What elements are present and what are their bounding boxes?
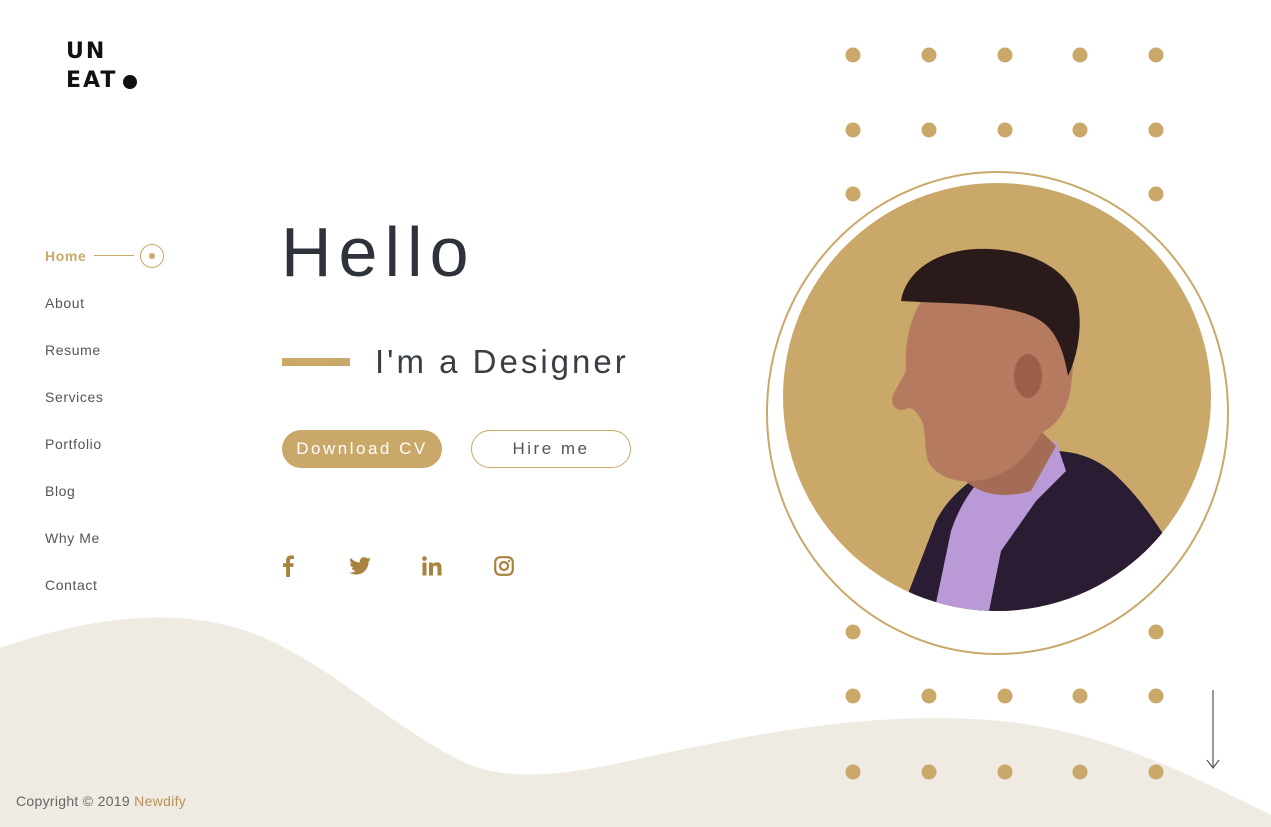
nav-item-label: Portfolio [45, 435, 102, 452]
nav-item-label: Contact [45, 576, 98, 593]
scroll-down-arrow-icon[interactable] [1205, 690, 1221, 772]
nav-item-label: Resume [45, 341, 101, 358]
nav-item-label: Blog [45, 482, 76, 499]
nav-item-portfolio[interactable]: Portfolio [45, 420, 164, 467]
nav-item-label: Services [45, 388, 104, 405]
nav-item-services[interactable]: Services [45, 373, 164, 420]
logo-line-2: EAT [66, 68, 118, 93]
brand-link[interactable]: Newdify [134, 793, 186, 809]
logo[interactable]: UN EAT [66, 37, 138, 95]
nav-active-line [94, 255, 135, 256]
nav-item-blog[interactable]: Blog [45, 467, 164, 514]
nav-item-resume[interactable]: Resume [45, 326, 164, 373]
linkedin-icon[interactable] [420, 552, 444, 580]
hero-accent-bar [282, 358, 350, 366]
hero-subtitle: I'm a Designer [375, 343, 629, 380]
nav-active-indicator [140, 243, 165, 268]
side-nav: Home About Resume Services Portfolio Blo… [45, 232, 165, 608]
twitter-icon[interactable] [348, 552, 372, 580]
logo-dot [123, 74, 138, 89]
facebook-icon[interactable] [276, 552, 300, 580]
nav-item-label: About [45, 294, 85, 311]
copyright-label: Copyright © 2019 [16, 793, 130, 809]
logo-line-1: UN [66, 39, 107, 64]
instagram-icon[interactable] [492, 552, 516, 580]
profile-photo [766, 171, 1229, 656]
copyright-text: Copyright © 2019 Newdify [16, 793, 186, 809]
nav-item-label: Why Me [45, 529, 100, 546]
hero-title: Hello [281, 213, 476, 291]
nav-item-why-me[interactable]: Why Me [45, 514, 164, 561]
nav-item-label: Home [45, 247, 87, 264]
social-links [276, 552, 516, 580]
nav-item-contact[interactable]: Contact [45, 561, 164, 608]
nav-item-home[interactable]: Home [45, 232, 165, 279]
nav-item-about[interactable]: About [45, 279, 164, 326]
download-cv-button[interactable]: Download CV [282, 430, 442, 468]
hire-me-button[interactable]: Hire me [471, 430, 631, 468]
